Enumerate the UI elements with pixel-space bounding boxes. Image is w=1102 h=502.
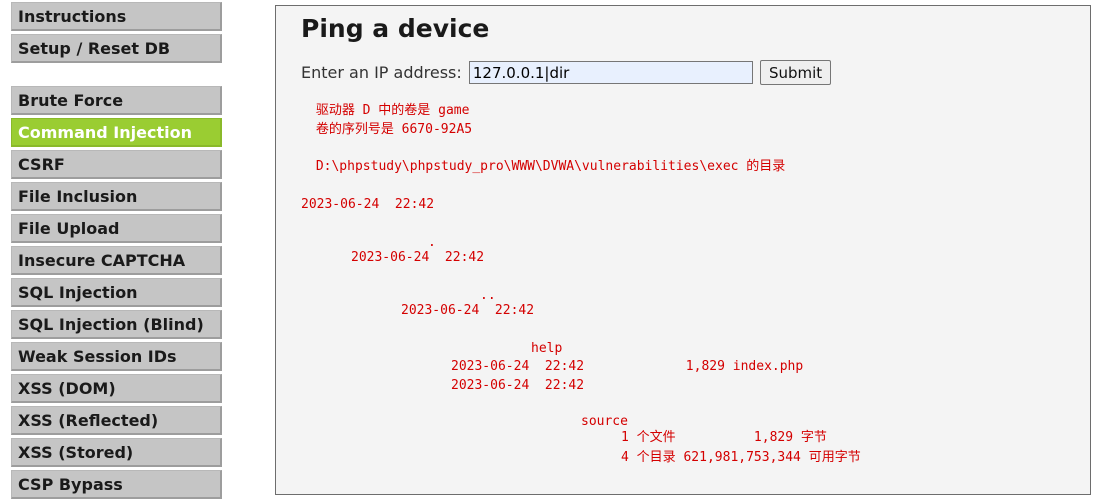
output-line: 驱动器 D 中的卷是 game	[308, 103, 470, 118]
menu-item-sql-injection[interactable]: SQL Injection	[11, 278, 222, 307]
menu-item-sql-injection-blind[interactable]: SQL Injection (Blind)	[11, 310, 222, 339]
output-line: source	[581, 414, 628, 429]
output-line: 2023-06-24 22:42 1,829 index.php	[451, 359, 804, 374]
submit-button[interactable]: Submit	[759, 60, 832, 85]
output-line: 2023-06-24 22:42	[351, 250, 485, 265]
menu-item-csp-bypass[interactable]: CSP Bypass	[11, 470, 222, 499]
menu-item-command-injection[interactable]: Command Injection	[11, 118, 222, 147]
menu-block-vulnerabilities: Brute Force Command Injection CSRF File Inc…	[11, 86, 222, 499]
ip-address-label: Enter an IP address:	[301, 63, 462, 82]
output-line: 2023-06-24 22:42	[301, 197, 435, 212]
menu-item-xss-stored[interactable]: XSS (Stored)	[11, 438, 222, 467]
output-line: .	[428, 235, 436, 250]
menu-item-setup-reset-db[interactable]: Setup / Reset DB	[11, 34, 222, 63]
menu-item-weak-session-ids[interactable]: Weak Session IDs	[11, 342, 222, 371]
output-line: 2023-06-24 22:42	[401, 303, 535, 318]
output-line: 1 个文件 1,829 字节	[621, 430, 827, 445]
menu-item-file-inclusion[interactable]: File Inclusion	[11, 182, 222, 211]
menu-item-xss-dom[interactable]: XSS (DOM)	[11, 374, 222, 403]
menu-block-top: Instructions Setup / Reset DB	[11, 2, 222, 63]
menu-item-xss-reflected[interactable]: XSS (Reflected)	[11, 406, 222, 435]
page-title: Ping a device	[301, 14, 490, 43]
menu-item-file-upload[interactable]: File Upload	[11, 214, 222, 243]
output-line: ..	[480, 288, 496, 303]
sidebar-menu: Instructions Setup / Reset DB Brute Force…	[11, 0, 222, 502]
output-line: help	[531, 341, 563, 356]
output-line: D:\phpstudy\phpstudy_pro\WWW\DVWA\vulner…	[308, 159, 786, 174]
output-line: 4 个目录 621,981,753,344 可用字节	[621, 450, 861, 465]
main-content-panel: Ping a device Enter an IP address: Submi…	[275, 5, 1091, 495]
ping-form: Enter an IP address: Submit	[301, 60, 832, 85]
menu-spacer	[11, 66, 222, 86]
menu-item-insecure-captcha[interactable]: Insecure CAPTCHA	[11, 246, 222, 275]
ip-address-input[interactable]	[468, 61, 753, 84]
menu-item-csrf[interactable]: CSRF	[11, 150, 222, 179]
menu-item-brute-force[interactable]: Brute Force	[11, 86, 222, 115]
menu-item-instructions[interactable]: Instructions	[11, 2, 222, 31]
output-line: 卷的序列号是 6670-92A5	[308, 122, 473, 137]
output-line: 2023-06-24 22:42	[451, 378, 585, 393]
